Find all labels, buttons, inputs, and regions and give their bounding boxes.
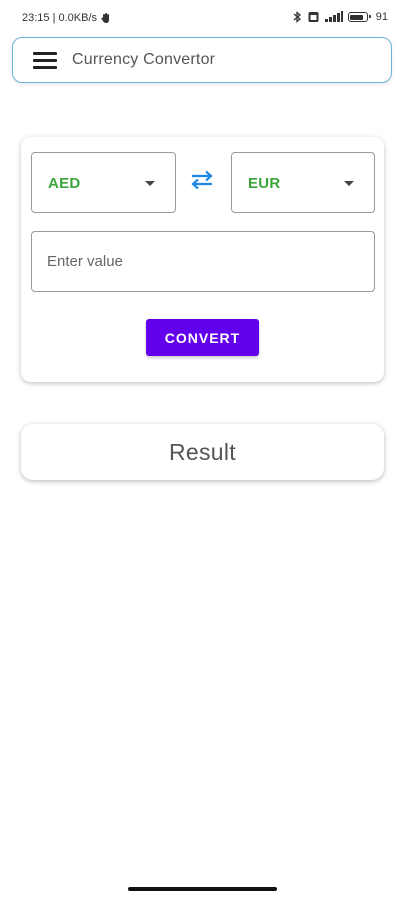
dropdown-arrow-icon (344, 181, 354, 186)
to-currency-value: EUR (248, 175, 281, 192)
hamburger-menu-icon[interactable] (33, 52, 57, 69)
sim-card-icon (308, 11, 320, 23)
gesture-hand-icon (100, 12, 112, 24)
status-right: 91 (292, 11, 388, 23)
screen: 23:15 | 0.0KB/s 91 Currency Convertor AE… (0, 0, 404, 900)
from-currency-value: AED (48, 175, 81, 192)
app-bar: Currency Convertor (12, 37, 392, 83)
battery-level: 91 (375, 11, 388, 23)
result-text: Result (169, 438, 236, 465)
home-indicator[interactable] (128, 887, 277, 891)
status-left: 23:15 | 0.0KB/s (22, 12, 112, 24)
app-title: Currency Convertor (72, 51, 216, 68)
status-bar: 23:15 | 0.0KB/s 91 (0, 0, 404, 36)
dropdown-arrow-icon (145, 181, 155, 186)
battery-icon (347, 12, 371, 22)
signal-strength-icon (324, 11, 344, 23)
to-currency-select[interactable]: EUR (231, 152, 375, 213)
bluetooth-icon (292, 11, 304, 23)
convert-button[interactable]: CONVERT (146, 319, 259, 356)
result-card: Result (21, 424, 384, 480)
amount-input[interactable] (31, 231, 375, 292)
from-currency-select[interactable]: AED (31, 152, 176, 213)
swap-arrows-icon[interactable] (189, 169, 215, 191)
converter-card: AED EUR CONVERT (21, 137, 384, 382)
status-time-speed: 23:15 | 0.0KB/s (22, 12, 98, 24)
